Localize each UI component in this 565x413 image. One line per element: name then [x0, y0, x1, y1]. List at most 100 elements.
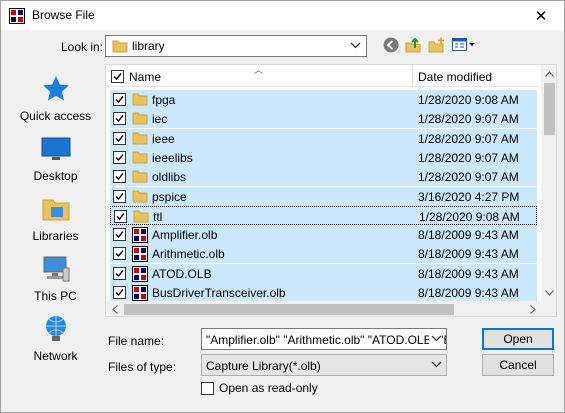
view-menu-icon[interactable] [452, 37, 476, 56]
item-name: oldlibs [152, 170, 187, 185]
item-date: 8/18/2009 9:43 AM [418, 266, 519, 281]
item-checkbox[interactable] [113, 131, 126, 145]
folder-icon [132, 111, 148, 128]
item-name: fpga [152, 93, 176, 107]
item-checkbox[interactable] [113, 112, 126, 126]
item-date: 3/16/2020 4:27 PM [418, 189, 520, 204]
place-label: Network [33, 349, 78, 363]
list-item[interactable]: ATOD.OLB 8/18/2009 9:43 AM [110, 263, 537, 283]
folder-icon [132, 169, 148, 186]
vertical-scroll-thumb[interactable] [544, 83, 555, 135]
item-name: BusDriverTransceiver.olb [152, 286, 286, 300]
place-this-pc[interactable]: This PC [9, 251, 102, 303]
item-checkbox[interactable] [113, 170, 126, 184]
list-item[interactable]: Arithmetic.olb 8/18/2009 9:43 AM [110, 244, 537, 265]
item-name: ieeelibs [152, 150, 193, 165]
item-checkbox[interactable] [113, 150, 126, 164]
window-title: Browse File [32, 8, 95, 22]
library-file-icon [132, 227, 148, 246]
place-label: Desktop [33, 169, 78, 183]
column-header-name[interactable]: Name [129, 70, 161, 84]
folder-icon [132, 189, 148, 206]
list-header: Name ︿ Date modified [106, 65, 541, 87]
scroll-up-icon[interactable] [541, 65, 556, 82]
select-all-checkbox[interactable] [111, 70, 124, 83]
sort-up-icon: ︿ [254, 65, 264, 75]
look-in-value: library [132, 39, 165, 53]
chevron-down-icon[interactable] [429, 333, 442, 347]
item-date: 1/28/2020 9:07 AM [418, 170, 519, 185]
chevron-down-icon [431, 359, 442, 373]
item-checkbox[interactable] [113, 247, 126, 261]
close-button[interactable]: ✕ [518, 1, 564, 30]
item-checkbox[interactable] [113, 93, 126, 106]
place-label: This PC [34, 289, 77, 303]
folder-icon [132, 131, 148, 148]
places-bar: Quick access Desktop Libraries This PC N… [9, 63, 102, 363]
up-folder-icon[interactable] [405, 37, 421, 56]
item-name: ATOD.OLB [152, 266, 212, 281]
place-quick-access[interactable]: Quick access [9, 71, 102, 123]
item-date: 1/28/2020 9:08 AM [418, 93, 519, 107]
vertical-scrollbar[interactable] [541, 65, 556, 301]
new-folder-icon[interactable] [428, 37, 446, 56]
column-divider[interactable] [412, 65, 413, 87]
folder-icon [132, 92, 148, 109]
list-item[interactable]: pspice 3/16/2020 4:27 PM [110, 186, 537, 206]
file-list[interactable]: Name ︿ Date modified fpga 1/28/2020 9:08 … [105, 64, 557, 317]
look-in-dropdown[interactable]: library [105, 35, 367, 57]
item-name: ieee [152, 131, 175, 146]
place-label: Libraries [32, 229, 79, 243]
close-icon: ✕ [534, 7, 548, 25]
item-date: 8/18/2009 9:43 AM [418, 228, 519, 243]
place-libraries[interactable]: Libraries [9, 191, 102, 243]
horizontal-scroll-thumb[interactable] [124, 304, 454, 315]
scroll-left-icon[interactable] [106, 301, 123, 316]
folder-icon [112, 39, 128, 56]
open-button[interactable]: Open [482, 328, 554, 350]
list-item[interactable]: ttl 1/28/2020 9:08 AM [110, 205, 537, 226]
item-name: Arithmetic.olb [152, 247, 225, 262]
item-checkbox[interactable] [113, 189, 126, 203]
read-only-label: Open as read-only [219, 381, 318, 395]
list-item[interactable]: Amplifier.olb 8/18/2009 9:43 AM [110, 225, 537, 246]
file-name-input[interactable]: "Amplifier.olb" "Arithmetic.olb" "ATOD.O… [201, 328, 447, 350]
horizontal-scrollbar[interactable] [106, 301, 541, 316]
cancel-button[interactable]: Cancel [482, 354, 554, 376]
star-icon [9, 71, 102, 107]
folder-icon [133, 209, 149, 226]
item-date: 1/28/2020 9:07 AM [418, 150, 519, 165]
library-file-icon [132, 246, 148, 265]
item-name: pspice [152, 189, 187, 204]
scroll-right-icon[interactable] [524, 301, 541, 316]
item-checkbox[interactable] [114, 209, 127, 223]
item-checkbox[interactable] [113, 228, 126, 242]
list-item[interactable]: BusDriverTransceiver.olb 8/18/2009 9:43 A… [110, 283, 537, 302]
place-desktop[interactable]: Desktop [9, 131, 102, 183]
files-of-type-dropdown[interactable]: Capture Library(*.olb) [201, 354, 447, 376]
item-date: 1/28/2020 9:08 AM [419, 209, 520, 224]
list-item[interactable]: ieeelibs 1/28/2020 9:07 AM [110, 147, 537, 167]
back-icon[interactable] [383, 37, 399, 56]
network-icon [9, 311, 102, 347]
list-item[interactable]: fpga 1/28/2020 9:08 AM [110, 90, 537, 109]
look-in-label: Look in: [61, 40, 104, 54]
list-item[interactable]: iec 1/28/2020 9:07 AM [110, 109, 537, 129]
desktop-icon [9, 131, 102, 167]
scrollbar-corner [541, 301, 556, 316]
scroll-down-icon[interactable] [541, 284, 556, 301]
column-header-date[interactable]: Date modified [418, 70, 492, 84]
files-of-type-label: Files of type: [108, 360, 177, 374]
place-label: Quick access [19, 109, 92, 123]
item-checkbox[interactable] [113, 266, 126, 280]
computer-icon [9, 251, 102, 287]
file-name-value: "Amplifier.olb" "Arithmetic.olb" "ATOD.O… [206, 333, 447, 347]
browse-file-dialog: Browse File ✕ Look in: library Quick acc… [0, 0, 565, 413]
chevron-down-icon [350, 40, 361, 54]
read-only-checkbox[interactable] [201, 382, 214, 395]
item-checkbox[interactable] [113, 286, 126, 299]
list-item[interactable]: oldlibs 1/28/2020 9:07 AM [110, 167, 537, 187]
item-date: 1/28/2020 9:07 AM [418, 112, 519, 127]
list-item[interactable]: ieee 1/28/2020 9:07 AM [110, 128, 537, 148]
place-network[interactable]: Network [9, 311, 102, 363]
